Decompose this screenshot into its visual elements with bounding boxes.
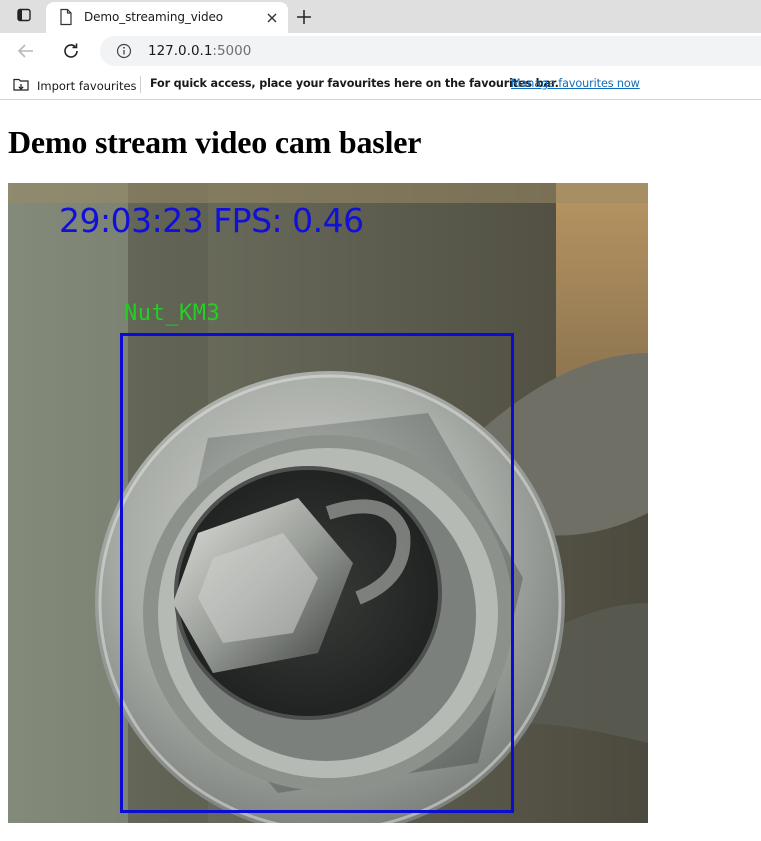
favourites-divider <box>140 76 141 93</box>
video-stream: 29:03:23 FPS: 0.46 Nut_KM3 <box>8 183 648 823</box>
reload-button[interactable] <box>58 40 84 62</box>
new-tab-button[interactable] <box>292 6 316 28</box>
page-icon <box>58 8 74 31</box>
manage-favourites-link[interactable]: Manage favourites now <box>511 77 640 90</box>
tab-title: Demo_streaming_video <box>84 10 224 24</box>
tab-actions-icon <box>16 7 32 28</box>
favourites-bar: Import favourites For quick access, plac… <box>0 69 761 100</box>
reload-icon <box>58 43 84 66</box>
tab-strip: Demo_streaming_video <box>0 0 761 33</box>
close-icon[interactable] <box>264 10 280 26</box>
page-title: Demo stream video cam basler <box>8 124 422 160</box>
navigation-toolbar: 127.0.0.1:5000 <box>0 33 761 69</box>
address-bar[interactable]: 127.0.0.1:5000 <box>100 36 761 66</box>
back-button[interactable] <box>14 40 38 62</box>
url-text: 127.0.0.1:5000 <box>148 43 251 59</box>
timestamp-overlay: 29:03:23 FPS: 0.46 <box>59 201 364 240</box>
url-port: :5000 <box>212 43 252 59</box>
favourites-message: For quick access, place your favourites … <box>150 77 559 90</box>
tab-actions-button[interactable] <box>8 4 40 30</box>
info-icon[interactable] <box>116 43 132 64</box>
detection-label: Nut_KM3 <box>124 301 221 326</box>
back-arrow-icon <box>14 44 38 66</box>
url-host: 127.0.0.1 <box>148 43 213 59</box>
plus-icon <box>292 10 316 32</box>
import-favourites-button[interactable]: Import favourites <box>12 76 137 95</box>
import-favourites-label: Import favourites <box>37 78 137 93</box>
import-icon <box>12 76 30 95</box>
detection-bounding-box <box>120 333 514 813</box>
tab-demo-streaming-video[interactable]: Demo_streaming_video <box>46 2 288 33</box>
